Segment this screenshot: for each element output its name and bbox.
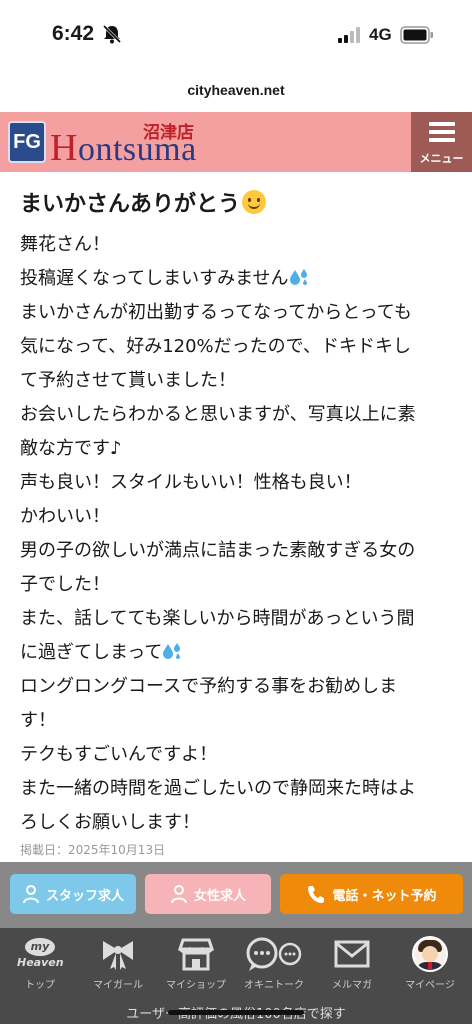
post-line: かわいい！ — [20, 506, 110, 527]
tab-my-page[interactable]: マイページ — [390, 936, 470, 991]
post-line: まいかさんが初出勤するってなってからとっても — [20, 302, 412, 323]
ribbon-icon — [103, 941, 133, 970]
staff-recruit-label: スタッフ求人 — [45, 888, 124, 904]
sweat-drops-icon — [289, 269, 307, 285]
post-date: 掲載日：2025年10月13日 — [20, 843, 166, 857]
post-line: 舞花さん！ — [20, 234, 110, 255]
tab-mail-magazine[interactable]: メルマガ — [312, 936, 392, 991]
status-time: 6:42 — [52, 22, 95, 45]
post-line: また一緒の時間を過ごしたいので静岡来た時はよ — [20, 778, 416, 799]
menu-label: メニュー — [419, 152, 464, 165]
home-indicator — [168, 1010, 304, 1015]
tab-okini-talk-label: オキニトーク — [244, 980, 304, 991]
call-reserve-button[interactable]: 電話・ネット予約 — [280, 874, 463, 914]
post-line: 敵な方です♪ — [20, 438, 122, 459]
action-bar: スタッフ求人 女性求人 電話・ネット予約 — [0, 862, 472, 928]
post-line: ロングロングコースで予約する事をお勧めしま — [20, 676, 398, 697]
tab-mail-magazine-label: メルマガ — [332, 980, 372, 991]
person-icon — [22, 885, 39, 904]
logo-mark[interactable]: FG — [8, 121, 46, 163]
post-line-text: に過ぎてしまって — [20, 642, 163, 663]
women-recruit-button[interactable]: 女性求人 — [145, 874, 271, 914]
staff-recruit-button[interactable]: スタッフ求人 — [10, 874, 136, 914]
post-line: 子でした！ — [20, 574, 110, 595]
smile-emoji-icon — [242, 190, 267, 214]
call-reserve-label: 電話・ネット予約 — [332, 888, 437, 904]
myheaven-logo-icon: my Heaven — [17, 938, 64, 972]
network-type: 4G — [369, 25, 392, 44]
browser-url[interactable]: cityheaven.net — [0, 82, 472, 98]
post-line-text: 投稿遅くなってしまいすみません — [20, 268, 289, 289]
women-recruit-label: 女性求人 — [193, 888, 246, 904]
logo-branch: 沼津店 — [143, 123, 194, 142]
post-title-text: まいかさんありがとう — [20, 192, 241, 217]
myheaven-logo-top: my — [25, 938, 55, 956]
phone-icon — [308, 886, 325, 903]
post-line: ろしくお願いします！ — [20, 812, 200, 833]
menu-button[interactable]: メニュー — [411, 112, 472, 172]
chat-bubbles-icon — [246, 937, 302, 971]
post-line: 男の子の欲しいが満点に詰まった素敵すぎる女の — [20, 540, 416, 561]
tab-top-label: トップ — [25, 980, 55, 991]
post-line: て予約させて貰いました！ — [20, 370, 236, 391]
logo-first-letter: H — [50, 127, 78, 169]
post-line: 声も良い！スタイルもいい！性格も良い！ — [20, 472, 362, 493]
status-bar: 6:42 4G — [0, 0, 472, 72]
tab-my-page-label: マイページ — [405, 980, 455, 991]
envelope-icon — [334, 940, 370, 968]
post-line: テクもすごいんですよ！ — [20, 744, 218, 765]
post-line: また、話してても楽しいから時間があっという間 — [20, 608, 415, 629]
tab-top[interactable]: my Heaven トップ — [0, 936, 80, 991]
battery-icon — [400, 26, 433, 44]
tab-my-girl-label: マイガール — [93, 980, 143, 991]
hamburger-icon — [429, 122, 455, 146]
signal-icon — [338, 27, 360, 43]
post-body: 舞花さん！ 投稿遅くなってしまいすみません まいかさんが初出勤するってなってから… — [20, 228, 450, 840]
post-line: に過ぎてしまって — [20, 636, 450, 670]
avatar — [412, 936, 448, 972]
bell-muted-icon — [102, 24, 122, 44]
tab-okini-talk[interactable]: オキニトーク — [234, 936, 314, 991]
shop-icon — [177, 938, 215, 971]
person-icon — [170, 885, 187, 904]
post-line: お会いしたらわかると思いますが、写真以上に素 — [20, 404, 416, 425]
tab-my-girl[interactable]: マイガール — [78, 936, 158, 991]
post-title: まいかさんありがとう — [20, 186, 267, 218]
tab-my-shop[interactable]: マイショップ — [156, 936, 236, 991]
tab-my-shop-label: マイショップ — [166, 980, 226, 991]
sweat-drops-icon — [163, 643, 181, 659]
site-header: FG Hontsuma 沼津店 メニュー — [0, 112, 472, 172]
post-line: 投稿遅くなってしまいすみません — [20, 262, 450, 296]
post-line: す！ — [20, 710, 56, 731]
post-line: 気になって、好み120%だったので、ドキドキし — [20, 336, 411, 357]
myheaven-logo-bottom: Heaven — [17, 956, 64, 969]
